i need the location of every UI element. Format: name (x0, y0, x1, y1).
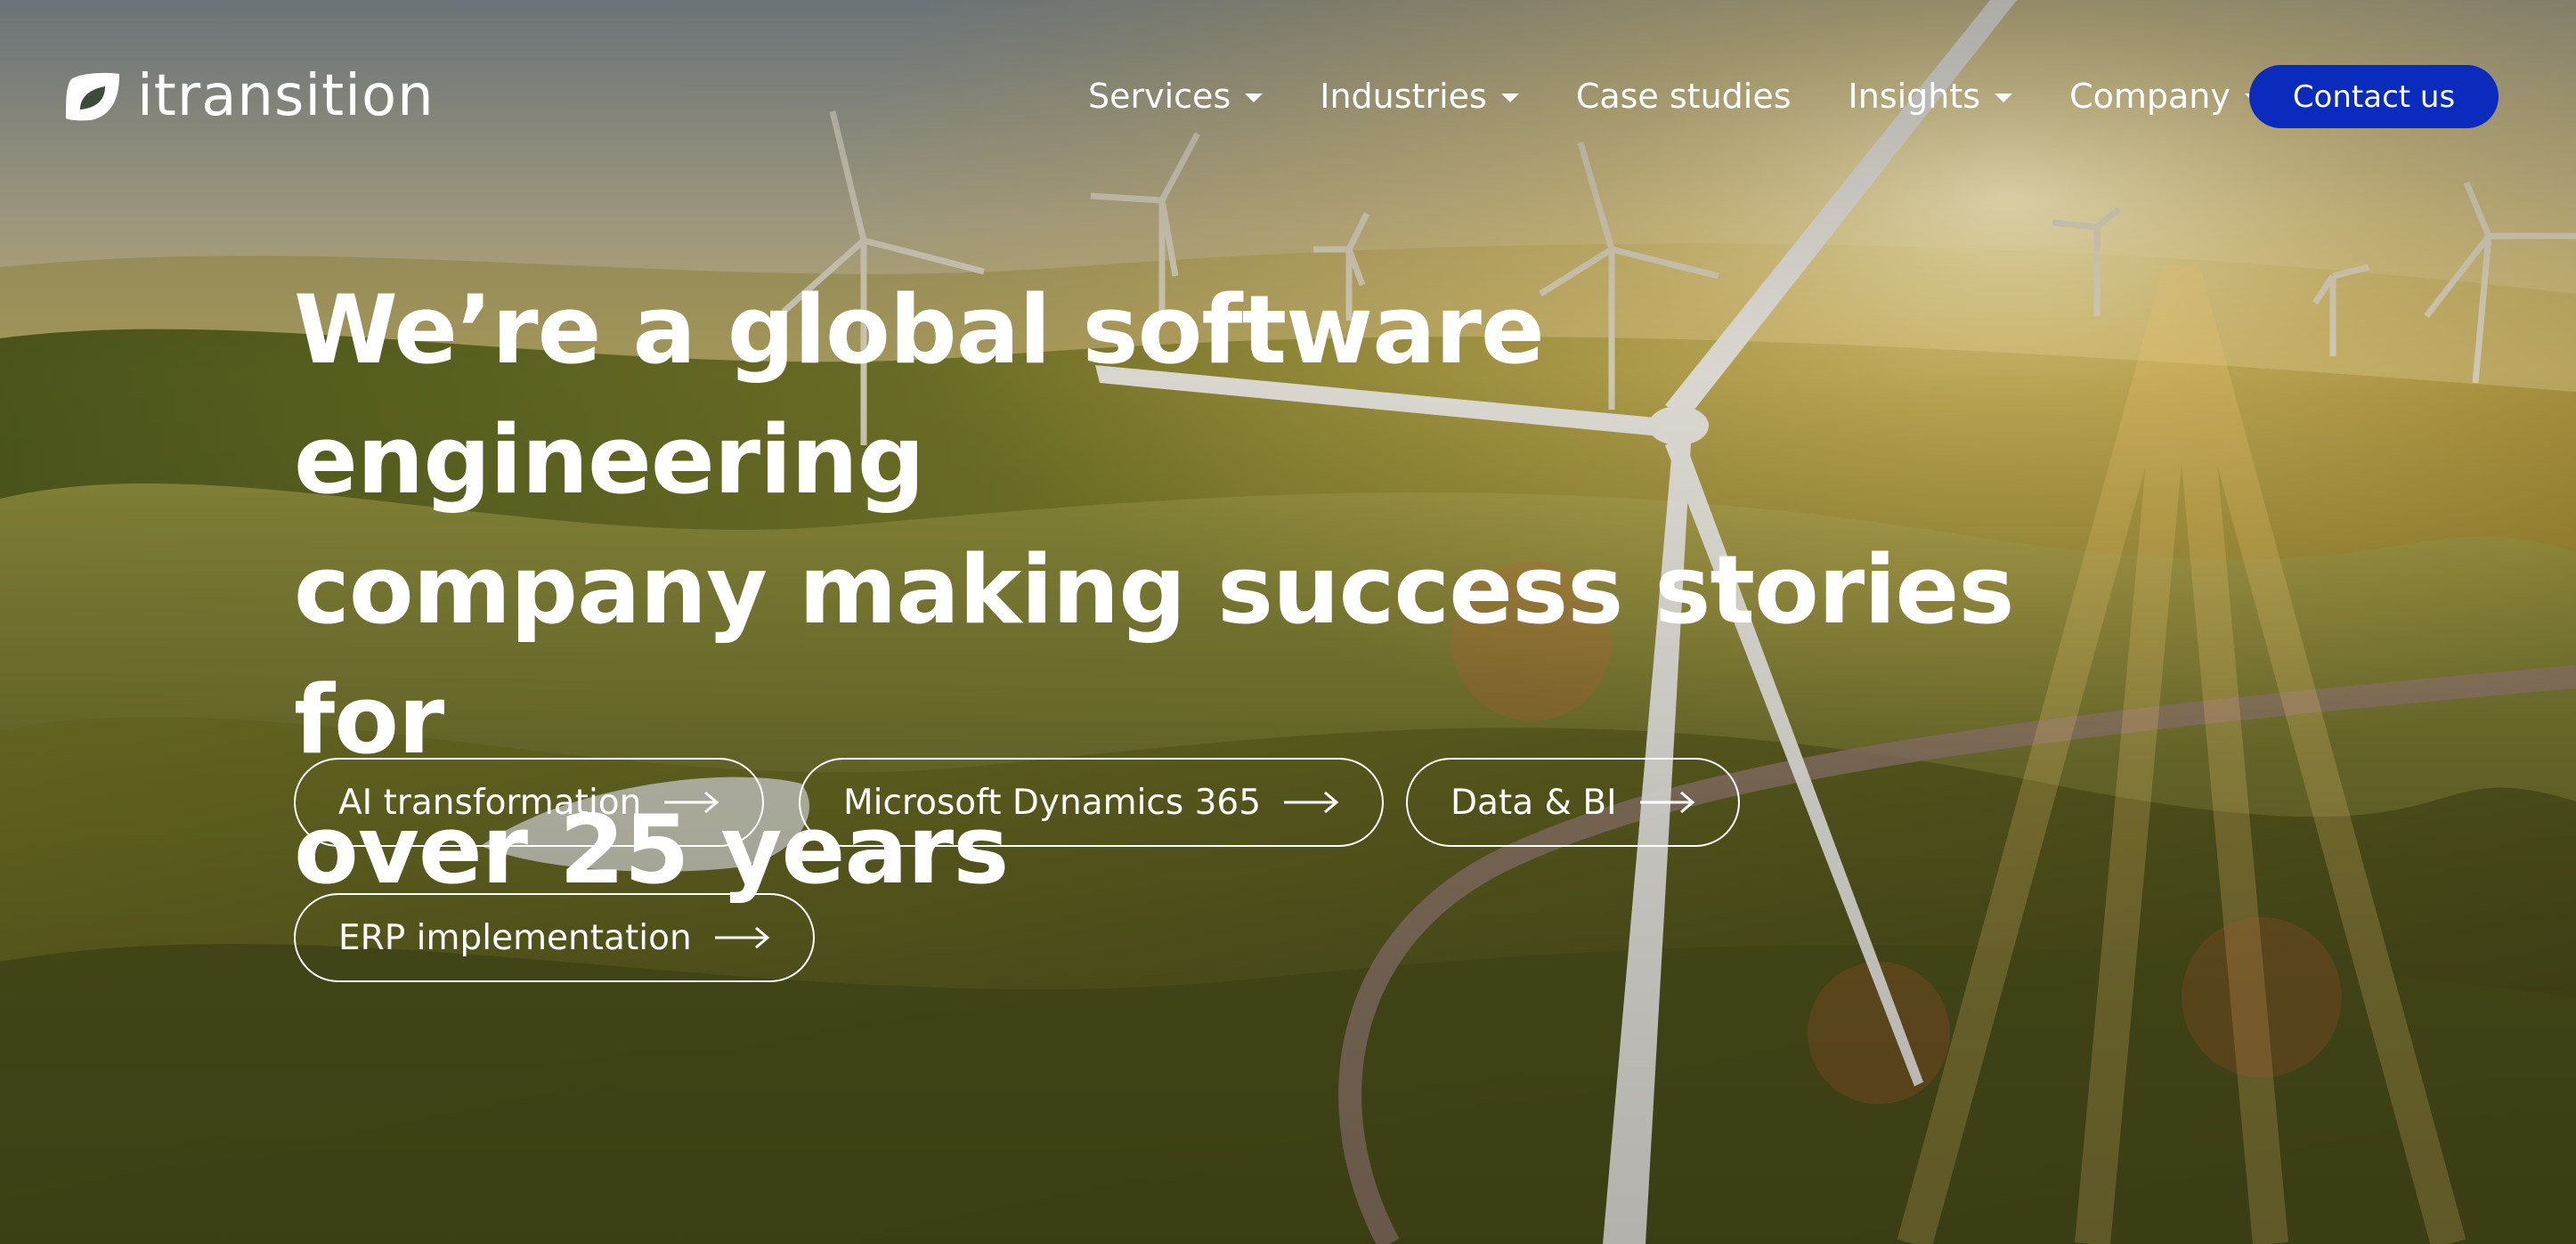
hero-title-line: We’re a global software engineering (294, 275, 1545, 515)
chip-label: Data & BI (1451, 782, 1617, 823)
nav-item-label: Company (2069, 77, 2231, 116)
chip-label: AI transformation (338, 782, 642, 823)
chip-ai-transformation[interactable]: AI transformation (294, 758, 765, 847)
chip-microsoft-dynamics-365[interactable]: Microsoft Dynamics 365 (799, 758, 1385, 847)
chip-erp-implementation[interactable]: ERP implementation (294, 893, 815, 982)
caret-down-icon (1500, 94, 1519, 102)
nav-item-label: Services (1088, 77, 1231, 116)
hero-title-line: company making success stories for (294, 535, 2014, 775)
leaf-shield-icon (66, 72, 119, 121)
brand-logo[interactable]: itransition (64, 68, 435, 125)
chip-data-and-bi[interactable]: Data & BI (1406, 758, 1740, 847)
chip-label: Microsoft Dynamics 365 (843, 782, 1262, 823)
page: itransition Services Industries Case stu… (0, 0, 2576, 1244)
arrow-right-icon (664, 791, 719, 814)
nav-item-services[interactable]: Services (1088, 77, 1264, 116)
arrow-right-icon (714, 926, 769, 949)
nav-item-case-studies[interactable]: Case studies (1576, 77, 1792, 116)
nav-item-insights[interactable]: Insights (1849, 77, 2013, 116)
chip-label: ERP implementation (338, 917, 692, 958)
nav-item-label: Case studies (1575, 77, 1792, 116)
brand-name: itransition (137, 63, 435, 129)
nav-item-label: Industries (1320, 77, 1487, 116)
nav-item-company[interactable]: Company (2069, 77, 2263, 116)
site-header: itransition Services Industries Case stu… (0, 0, 2576, 192)
arrow-right-icon (1639, 791, 1694, 814)
main-nav: Services Industries Case studies Insight… (1088, 64, 2320, 128)
nav-item-industries[interactable]: Industries (1320, 77, 1519, 116)
caret-down-icon (1995, 94, 2013, 102)
caret-down-icon (1245, 94, 1264, 102)
nav-item-label: Insights (1848, 77, 1981, 116)
arrow-right-icon (1284, 791, 1339, 814)
contact-us-button[interactable]: Contact us (2249, 65, 2499, 128)
